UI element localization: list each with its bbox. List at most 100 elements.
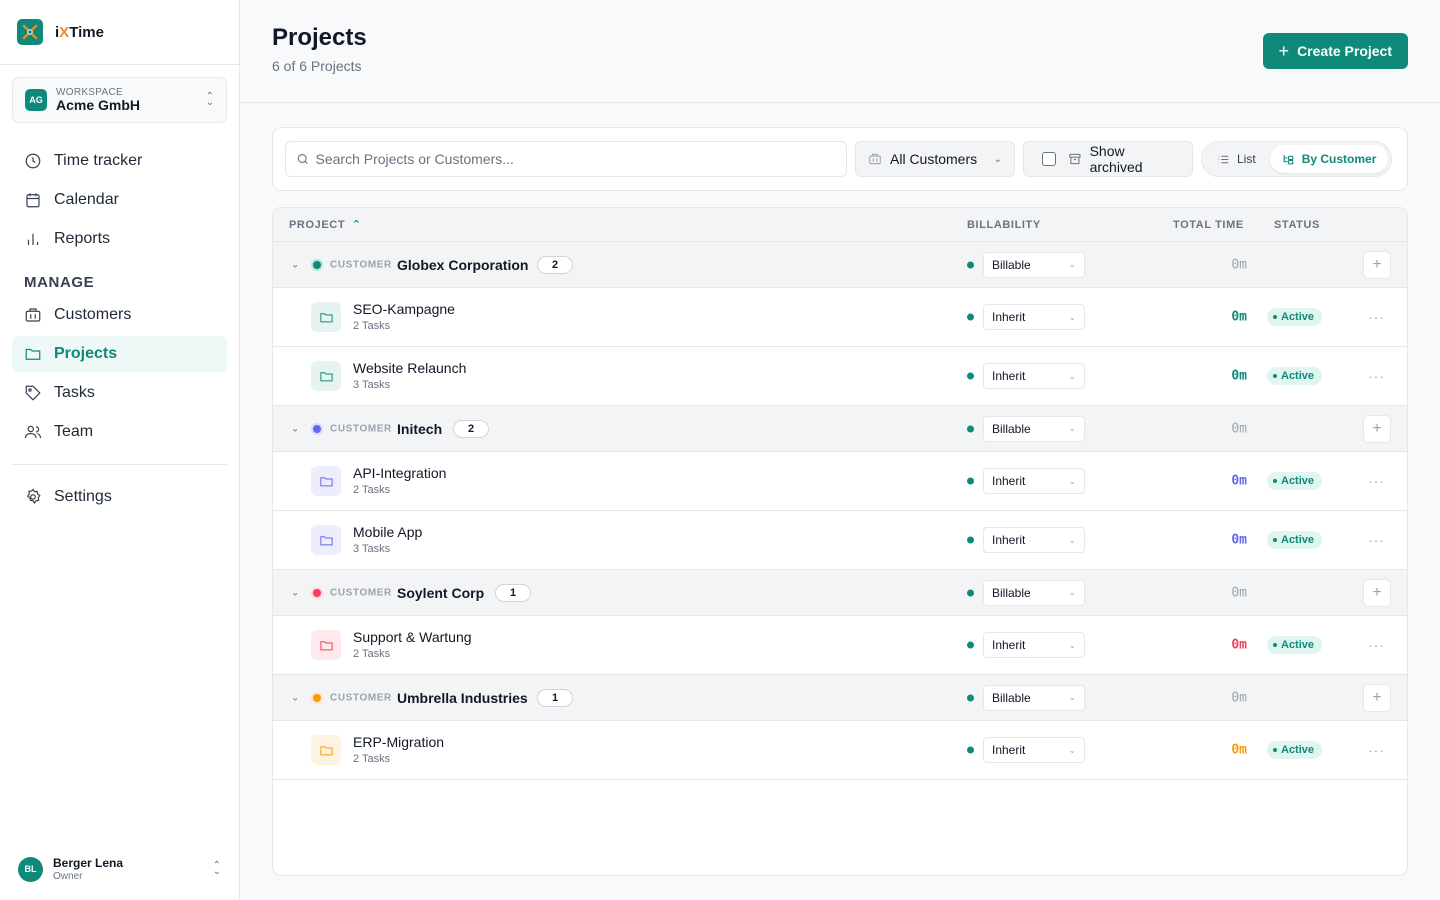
customer-color-dot <box>311 258 323 271</box>
table-row[interactable]: ERP-Migration 2 Tasks Inherit ⌄ 0m Active … <box>273 721 1407 780</box>
column-header-billability: BILLABILITY <box>967 218 1041 231</box>
nav-item-label: Reports <box>54 230 111 247</box>
billable-dot <box>967 425 974 432</box>
search-input[interactable] <box>315 151 836 167</box>
add-project-button[interactable]: + <box>1363 683 1391 712</box>
table-row[interactable]: API-Integration 2 Tasks Inherit ⌄ 0m Activ… <box>273 452 1407 511</box>
total-time: 0m <box>1231 585 1247 600</box>
add-project-button[interactable]: + <box>1363 578 1391 607</box>
total-time: 0m <box>1231 532 1247 548</box>
show-archived-toggle[interactable]: Show archived <box>1023 141 1193 177</box>
customer-label: CUSTOMER <box>330 692 392 703</box>
project-count: 6 of 6 Projects <box>272 58 362 74</box>
billability-select[interactable]: Inherit ⌄ <box>983 737 1085 763</box>
hierarchy-icon <box>1283 154 1294 164</box>
customer-label: CUSTOMER <box>330 259 392 270</box>
more-options-icon[interactable]: ··· <box>1368 637 1385 653</box>
more-options-icon[interactable]: ··· <box>1368 368 1385 384</box>
table-row[interactable]: Mobile App 3 Tasks Inherit ⌄ 0m Active ··· <box>273 511 1407 570</box>
project-name: SEO-Kampagne <box>353 301 455 318</box>
nav-item-team[interactable]: Team <box>12 414 227 450</box>
customer-group-row[interactable]: ⌄ CUSTOMER Umbrella Industries 1 Billabl… <box>273 675 1407 721</box>
more-options-icon[interactable]: ··· <box>1368 473 1385 489</box>
app-name: iXTime <box>55 23 104 41</box>
nav-item-customers[interactable]: Customers <box>12 297 227 333</box>
more-options-icon[interactable]: ··· <box>1368 532 1385 548</box>
user-menu[interactable]: BL Berger Lena Owner ⌃ ⌄ <box>18 856 221 882</box>
table-row[interactable]: SEO-Kampagne 2 Tasks Inherit ⌄ 0m Active ·… <box>273 288 1407 347</box>
billability-select[interactable]: Billable ⌄ <box>983 684 1085 711</box>
customer-group-row[interactable]: ⌄ CUSTOMER Soylent Corp 1 Billable ⌄ 0m + <box>273 570 1407 616</box>
view-by-customer-button[interactable]: By Customer <box>1269 145 1389 173</box>
task-count: 3 Tasks <box>353 542 391 555</box>
show-archived-checkbox[interactable] <box>1042 152 1056 166</box>
billability-value: Inherit <box>992 310 1026 324</box>
nav-item-label: Tasks <box>54 384 95 401</box>
add-project-button[interactable]: + <box>1363 414 1391 443</box>
billability-select[interactable]: Billable ⌄ <box>983 251 1085 278</box>
plus-icon: + <box>1278 40 1290 61</box>
chevron-up-down-icon: ⌃ ⌄ <box>212 860 221 878</box>
billability-select[interactable]: Inherit ⌄ <box>983 527 1085 553</box>
table-row[interactable]: Website Relaunch 3 Tasks Inherit ⌄ 0m Acti… <box>273 347 1407 406</box>
billability-select[interactable]: Inherit ⌄ <box>983 468 1085 494</box>
view-by-customer-label: By Customer <box>1301 152 1377 166</box>
nav-item-tasks[interactable]: Tasks <box>12 375 227 411</box>
billability-select[interactable]: Billable ⌄ <box>983 579 1085 606</box>
folder-icon <box>25 348 41 360</box>
billability-select[interactable]: Inherit ⌄ <box>983 363 1085 389</box>
manage-heading: MANAGE <box>24 274 95 291</box>
nav-item-time-tracker[interactable]: Time tracker <box>12 143 227 179</box>
more-options-icon[interactable]: ··· <box>1368 309 1385 325</box>
chevron-down-icon[interactable]: ⌄ <box>291 259 299 270</box>
folder-icon <box>311 735 341 765</box>
chevron-down-icon: ⌄ <box>1068 370 1076 381</box>
calendar-icon <box>26 193 40 208</box>
project-name: Support & Wartung <box>353 629 472 646</box>
nav-item-reports[interactable]: Reports <box>12 221 227 257</box>
project-name: ERP-Migration <box>353 734 445 751</box>
building-icon <box>869 153 881 165</box>
customer-label: CUSTOMER <box>330 587 392 598</box>
chevron-down-icon[interactable]: ⌄ <box>291 587 299 598</box>
projects-table: PROJECT ⌃ BILLABILITY TOTAL TIME STATUS … <box>272 207 1408 876</box>
table-row[interactable]: Support & Wartung 2 Tasks Inherit ⌄ 0m Act… <box>273 616 1407 675</box>
chevron-down-icon[interactable]: ⌄ <box>291 423 299 434</box>
more-options-icon[interactable]: ··· <box>1368 742 1385 758</box>
total-time: 0m <box>1231 637 1247 653</box>
task-count: 2 Tasks <box>353 319 391 332</box>
folder-icon <box>311 466 341 496</box>
nav-item-calendar[interactable]: Calendar <box>12 182 227 218</box>
create-project-button[interactable]: + Create Project <box>1262 33 1408 69</box>
chevron-down-icon: ⌄ <box>1068 259 1076 269</box>
main-content: Projects 6 of 6 Projects + Create Projec… <box>240 0 1440 900</box>
user-role: Owner <box>53 870 83 882</box>
nav-item-settings[interactable]: Settings <box>12 479 227 515</box>
total-time: 0m <box>1231 257 1247 272</box>
customer-name: Soylent Corp <box>397 584 485 601</box>
billable-dot <box>967 536 974 544</box>
nav-item-projects[interactable]: Projects <box>12 336 227 372</box>
customer-group-row[interactable]: ⌄ CUSTOMER Globex Corporation 2 Billable… <box>273 242 1407 288</box>
workspace-switcher[interactable]: AG WORKSPACE Acme GmbH ⌃ ⌄ <box>12 77 227 123</box>
chevron-down-icon[interactable]: ⌄ <box>291 692 299 703</box>
column-header-total-time: TOTAL TIME <box>1173 218 1244 231</box>
column-header-project[interactable]: PROJECT ⌃ <box>289 218 362 231</box>
billable-dot <box>967 477 974 485</box>
add-project-button[interactable]: + <box>1363 250 1391 279</box>
total-time: 0m <box>1231 742 1247 758</box>
nav-item-label: Projects <box>54 345 118 362</box>
page-header: Projects 6 of 6 Projects + Create Projec… <box>240 0 1440 103</box>
view-list-button[interactable]: List <box>1205 145 1268 173</box>
archive-icon <box>1069 153 1081 165</box>
billability-select[interactable]: Inherit ⌄ <box>983 632 1085 658</box>
customer-filter-select[interactable]: All Customers ⌄ <box>855 141 1015 177</box>
billability-select[interactable]: Inherit ⌄ <box>983 304 1085 330</box>
brand[interactable]: iXTime <box>0 0 239 65</box>
chevron-down-icon: ⌄ <box>1068 311 1076 322</box>
billable-dot <box>967 746 974 754</box>
billability-select[interactable]: Billable ⌄ <box>983 415 1085 442</box>
task-count: 2 Tasks <box>353 483 391 496</box>
project-count-badge: 2 <box>453 419 489 438</box>
customer-group-row[interactable]: ⌄ CUSTOMER Initech 2 Billable ⌄ 0m + <box>273 406 1407 452</box>
